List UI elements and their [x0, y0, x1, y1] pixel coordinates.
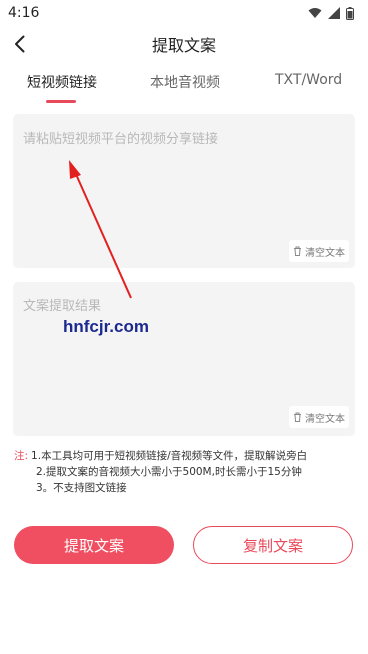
- active-tab-indicator: [46, 100, 76, 103]
- copy-button[interactable]: 复制文案: [193, 526, 353, 564]
- tab-local-media[interactable]: 本地音视频: [150, 72, 220, 102]
- signal-icon: [328, 7, 340, 19]
- trash-icon: [294, 412, 301, 422]
- trash-icon: [294, 246, 301, 256]
- notes-label: 注:: [14, 450, 29, 462]
- clear-input-button[interactable]: 清空文本: [289, 240, 349, 262]
- status-bar: 4:16: [0, 0, 368, 26]
- clear-input-label: 清空文本: [305, 247, 345, 259]
- link-input-area[interactable]: 请粘贴短视频平台的视频分享链接 清空文本: [13, 114, 355, 268]
- notes-text-3: 3。不支持图文链接: [36, 482, 127, 494]
- notes-line-1: 注: 1.本工具均可用于短视频链接/音视频等文件，提取解说旁白: [14, 448, 360, 464]
- wifi-icon: [308, 8, 322, 18]
- clear-result-label: 清空文本: [305, 413, 345, 425]
- notes-text-2: 2.提取文案的音视频大小需小于500M,时长需小于15分钟: [36, 466, 302, 478]
- clear-result-button[interactable]: 清空文本: [289, 406, 349, 428]
- battery-icon: [346, 6, 354, 20]
- page-title: 提取文案: [151, 36, 216, 55]
- result-area[interactable]: 文案提取结果 清空文本: [13, 282, 355, 436]
- watermark-text: hnfcjr.com: [63, 317, 149, 336]
- extract-button[interactable]: 提取文案: [14, 526, 174, 564]
- back-button[interactable]: [8, 30, 32, 58]
- tab-txt-word[interactable]: TXT/Word: [275, 72, 342, 102]
- chevron-left-icon: [15, 35, 25, 53]
- tab-short-video-link[interactable]: 短视频链接: [27, 72, 97, 102]
- app-header: 提取文案: [0, 26, 368, 62]
- notes-text-1: 1.本工具均可用于短视频链接/音视频等文件，提取解说旁白: [31, 450, 308, 462]
- usage-notes: 注: 1.本工具均可用于短视频链接/音视频等文件，提取解说旁白 2.提取文案的音…: [14, 448, 360, 496]
- status-time: 4:16: [8, 5, 40, 21]
- result-placeholder: 文案提取结果: [23, 299, 102, 314]
- status-icons: [308, 6, 354, 20]
- link-input-placeholder: 请粘贴短视频平台的视频分享链接: [23, 132, 219, 147]
